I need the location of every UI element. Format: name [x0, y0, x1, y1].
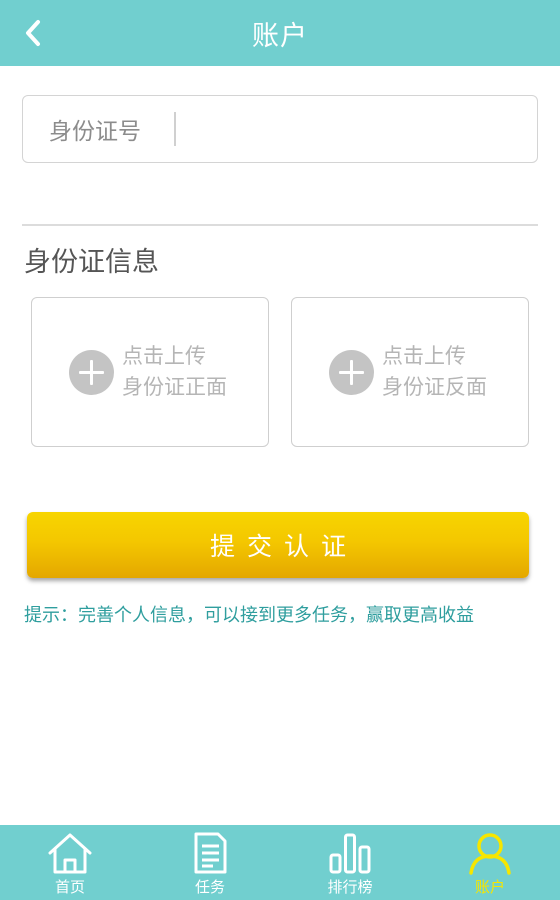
tab-account-label: 账户 — [474, 878, 505, 896]
plus-circle-icon — [69, 349, 114, 395]
plus-circle-icon — [329, 349, 374, 395]
page-title: 账户 — [252, 20, 308, 52]
upload-back-line1: 点击上传 — [382, 344, 466, 368]
chevron-left-icon — [26, 20, 40, 46]
section-divider — [22, 224, 538, 226]
upload-back-text: 点击上传 身份证反面 — [382, 341, 487, 403]
home-icon — [48, 833, 92, 874]
tab-home-label: 首页 — [54, 878, 85, 896]
tab-ranking[interactable]: 排行榜 — [280, 825, 420, 900]
bar-chart-icon — [329, 833, 371, 874]
upload-front-line2: 身份证正面 — [122, 375, 227, 399]
upload-id-front[interactable]: 点击上传 身份证正面 — [31, 297, 269, 447]
user-icon — [469, 833, 511, 875]
upload-front-text: 点击上传 身份证正面 — [122, 341, 227, 403]
top-bar: 账户 — [0, 0, 560, 66]
upload-back-line2: 身份证反面 — [382, 375, 487, 399]
submit-verification-button[interactable]: 提交认证 — [27, 512, 529, 578]
id-number-field: 身份证号 — [22, 95, 538, 163]
tab-ranking-label: 排行榜 — [327, 878, 373, 896]
tab-tasks[interactable]: 任务 — [140, 825, 280, 900]
id-info-title: 身份证信息 — [24, 247, 159, 278]
field-separator — [174, 112, 176, 146]
id-number-input[interactable] — [190, 109, 537, 149]
hint-text: 提示：完善个人信息，可以接到更多任务，赢取更高收益 — [24, 605, 474, 626]
document-icon — [194, 832, 227, 874]
tab-tasks-label: 任务 — [194, 878, 225, 896]
tab-account[interactable]: 账户 — [420, 825, 560, 900]
back-button[interactable] — [18, 17, 48, 49]
upload-front-line1: 点击上传 — [122, 344, 206, 368]
tab-home[interactable]: 首页 — [0, 825, 140, 900]
id-number-label: 身份证号 — [49, 119, 141, 145]
upload-id-back[interactable]: 点击上传 身份证反面 — [291, 297, 529, 447]
bottom-tab-bar: 首页 任务 排行榜 账户 — [0, 825, 560, 900]
